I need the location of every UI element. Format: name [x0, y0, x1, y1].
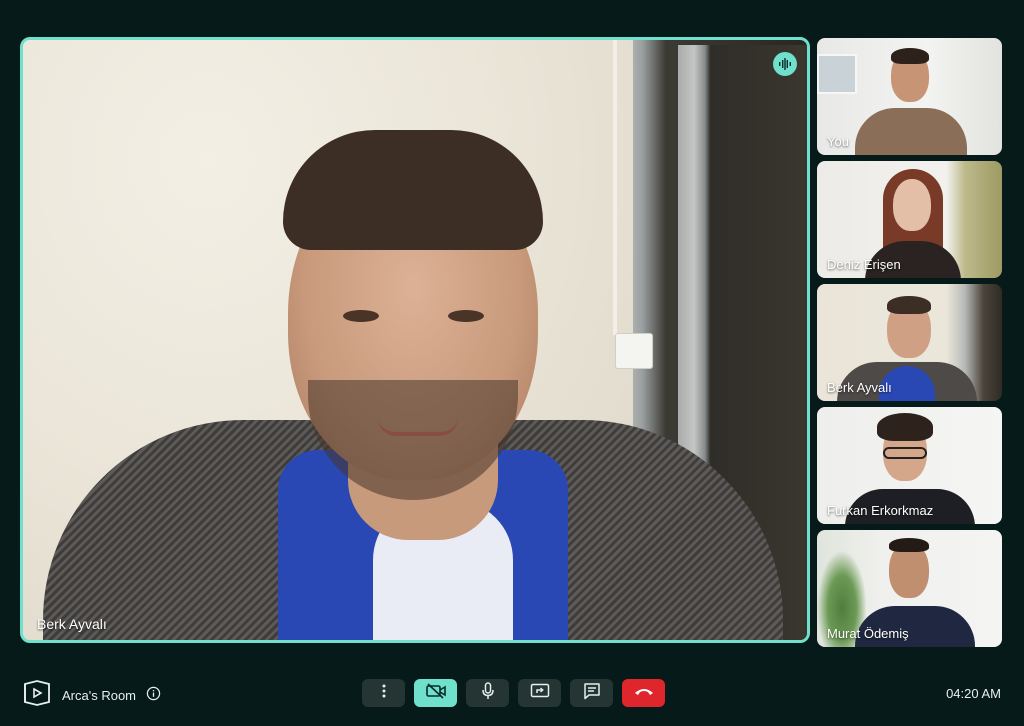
- participant-list: You Deniz Erişen Berk Ayvalı Furkan Erko…: [817, 38, 1002, 653]
- main-speaker-video[interactable]: Berk Ayvalı: [20, 37, 810, 643]
- screen-share-button[interactable]: [518, 679, 561, 707]
- call-toolbar: Arca's Room 04:20 AM: [0, 668, 1024, 718]
- participant-tile-deniz[interactable]: Deniz Erişen: [817, 161, 1002, 278]
- participant-name: Deniz Erişen: [827, 257, 901, 272]
- end-call-icon: [633, 684, 655, 702]
- call-time: 04:20 AM: [946, 686, 1001, 701]
- speaker-figure: [43, 130, 783, 640]
- call-controls: [362, 679, 665, 707]
- participant-name: You: [827, 134, 849, 149]
- room-info: Arca's Room: [22, 680, 161, 711]
- video-call-app: Berk Ayvalı You Deniz Erişen Berk Ayvalı: [0, 0, 1024, 726]
- chat-button[interactable]: [570, 679, 613, 707]
- audio-wave-icon: [773, 52, 797, 76]
- chat-icon: [583, 682, 601, 705]
- room-name: Arca's Room: [62, 688, 137, 703]
- participant-tile-berk[interactable]: Berk Ayvalı: [817, 284, 1002, 401]
- participant-tile-murat[interactable]: Murat Ödemiş: [817, 530, 1002, 647]
- participant-name: Murat Ödemiş: [827, 626, 909, 641]
- screen-share-icon: [530, 683, 550, 704]
- more-options-button[interactable]: [362, 679, 405, 707]
- camera-toggle-button[interactable]: [414, 679, 457, 707]
- participant-name: Furkan Erkorkmaz: [827, 503, 934, 518]
- end-call-button[interactable]: [622, 679, 665, 707]
- info-icon[interactable]: [146, 686, 161, 706]
- more-vertical-icon: [377, 683, 391, 704]
- participant-tile-furkan[interactable]: Furkan Erkorkmaz: [817, 407, 1002, 524]
- participant-name: Berk Ayvalı: [827, 380, 892, 395]
- microphone-button[interactable]: [466, 679, 509, 707]
- camera-off-icon: [425, 682, 447, 705]
- room-logo-icon: [22, 680, 52, 711]
- microphone-icon: [481, 681, 495, 705]
- participant-tile-you[interactable]: You: [817, 38, 1002, 155]
- speaker-name: Berk Ayvalı: [37, 616, 107, 632]
